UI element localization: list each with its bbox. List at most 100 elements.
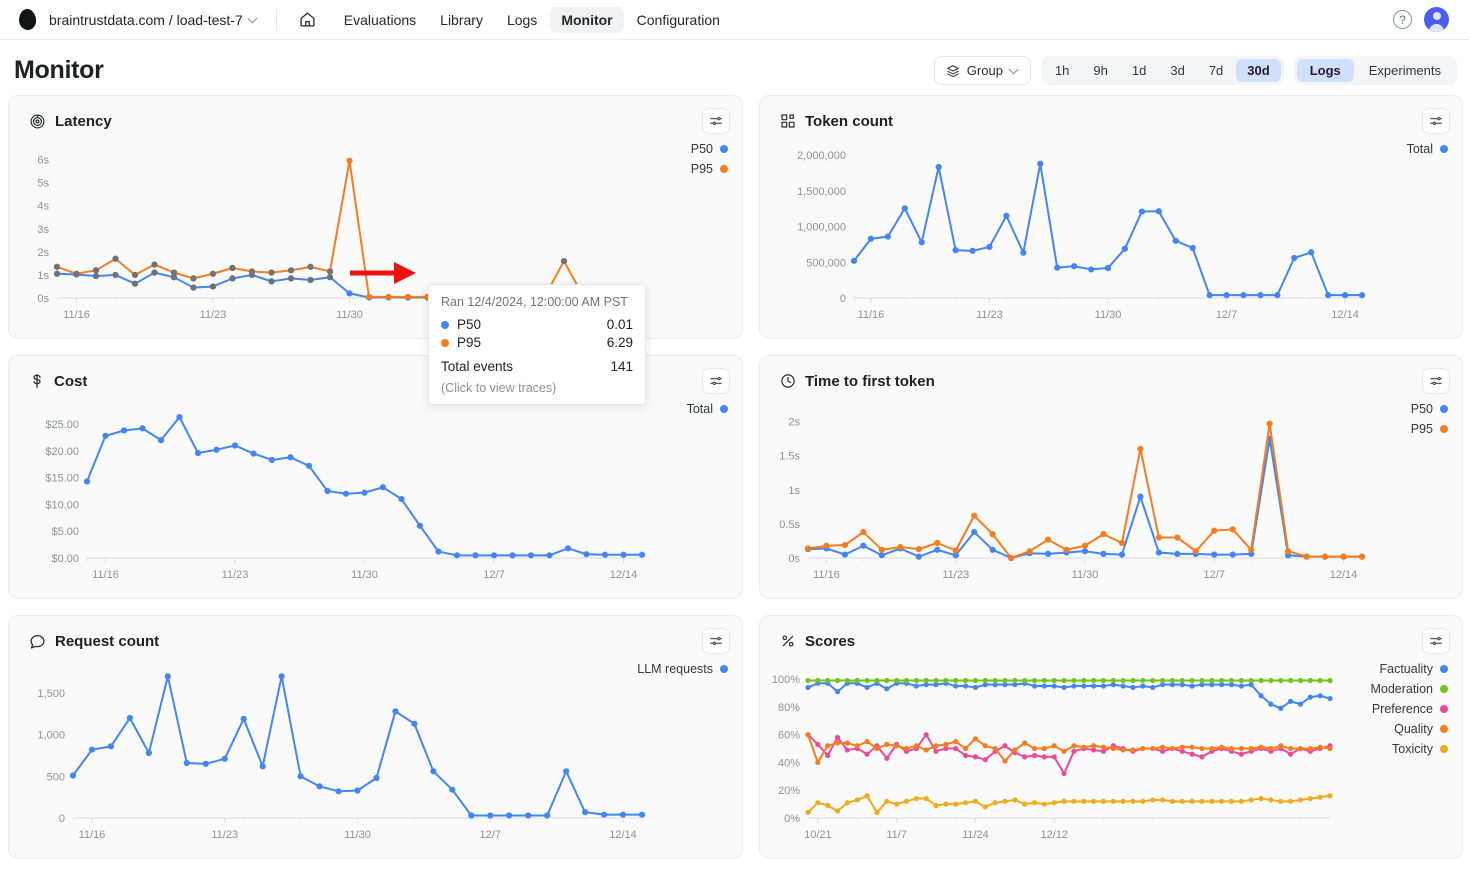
legend-label: P50 (1411, 402, 1433, 416)
tooltip-value-p50: 0.01 (607, 317, 633, 332)
chart-settings-button-request-count[interactable] (702, 628, 730, 654)
svg-text:11/16: 11/16 (63, 309, 90, 321)
legend-dot-preference (1440, 705, 1448, 713)
legend-item: LLM requests (637, 662, 728, 676)
legend-dot-quality (1440, 725, 1448, 733)
legend-item: Moderation (1370, 682, 1448, 696)
scores-chart-svg[interactable]: 0%20%40%60%80%100%10/2111/711/2412/12 (772, 654, 1450, 850)
snail-icon (29, 113, 46, 130)
breadcrumb[interactable]: braintrustdata.com / load-test-7 (49, 12, 258, 28)
range-9h[interactable]: 9h (1082, 59, 1118, 82)
nav-link-library[interactable]: Library (429, 7, 494, 33)
legend-label: Total (687, 402, 713, 416)
card-title-ttft: Time to first token (805, 373, 935, 390)
chart-settings-button-latency[interactable] (702, 108, 730, 134)
layers-icon (946, 64, 960, 78)
mode-logs[interactable]: Logs (1297, 59, 1354, 82)
red-arrow-annotation (348, 260, 420, 286)
dollar-icon (29, 373, 45, 389)
nav-link-evaluations[interactable]: Evaluations (333, 7, 427, 33)
svg-text:11/30: 11/30 (351, 569, 378, 581)
mode-experiments[interactable]: Experiments (1356, 59, 1454, 82)
svg-text:1s: 1s (788, 485, 800, 497)
time-range-selector: 1h 9h 1d 3d 7d 30d (1041, 56, 1284, 85)
card-header-ttft: Time to first token (772, 368, 1450, 394)
svg-text:$20.00: $20.00 (45, 446, 79, 458)
token-count-chart-svg[interactable]: 0500,0001,000,0001,500,0002,000,00011/16… (772, 134, 1450, 330)
topbar-right-actions: ? (1393, 7, 1455, 32)
chevron-down-icon[interactable] (249, 14, 258, 23)
legend-label: P95 (1411, 422, 1433, 436)
card-title-cost: Cost (54, 373, 87, 390)
range-1h[interactable]: 1h (1044, 59, 1080, 82)
svg-text:5s: 5s (37, 178, 49, 190)
nav-link-logs[interactable]: Logs (496, 7, 548, 33)
message-icon (29, 633, 46, 650)
page-header-controls: Group 1h 9h 1d 3d 7d 30d Logs Experiment… (934, 56, 1457, 85)
brand-logo-icon[interactable] (18, 8, 36, 30)
legend-item: Toxicity (1392, 742, 1448, 756)
svg-text:100%: 100% (772, 674, 800, 686)
help-icon[interactable]: ? (1393, 10, 1412, 29)
legend-dot-factuality (1440, 665, 1448, 673)
plot-scores[interactable]: 0%20%40%60%80%100%10/2111/711/2412/12 Fa… (772, 654, 1450, 850)
legend-label: Moderation (1370, 682, 1433, 696)
blocks-icon (780, 113, 796, 129)
nav-link-configuration[interactable]: Configuration (626, 7, 731, 33)
range-30d[interactable]: 30d (1236, 59, 1280, 82)
svg-text:40%: 40% (778, 757, 800, 769)
range-7d[interactable]: 7d (1198, 59, 1234, 82)
legend-dot-llm-requests (720, 665, 728, 673)
nav-divider (276, 9, 277, 31)
plot-ttft[interactable]: 0s0.5s1s1.5s2s11/1611/2311/3012/712/14 P… (772, 394, 1450, 590)
home-icon[interactable] (293, 7, 323, 33)
chart-tooltip: Ran 12/4/2024, 12:00:00 AM PST P50 0.01 … (428, 284, 646, 405)
cost-chart-svg[interactable]: $0.00$5.00$10.00$15.00$20.00$25.0011/161… (21, 394, 730, 590)
tooltip-total-events: Total events 141 (441, 359, 633, 374)
svg-text:500: 500 (47, 771, 65, 783)
range-3d[interactable]: 3d (1159, 59, 1195, 82)
svg-text:11/16: 11/16 (92, 569, 119, 581)
svg-text:$10.00: $10.00 (45, 499, 79, 511)
svg-text:4s: 4s (37, 201, 49, 213)
plot-cost[interactable]: $0.00$5.00$10.00$15.00$20.00$25.0011/161… (21, 394, 730, 590)
svg-text:20%: 20% (778, 785, 800, 797)
legend-dot-moderation (1440, 685, 1448, 693)
chart-settings-button-cost[interactable] (702, 368, 730, 394)
mode-selector: Logs Experiments (1294, 56, 1457, 85)
request-count-chart-svg[interactable]: 05001,0001,50011/1611/2311/3012/712/14 (21, 654, 730, 850)
plot-request-count[interactable]: 05001,0001,50011/1611/2311/3012/712/14 L… (21, 654, 730, 850)
card-title-token-count: Token count (805, 113, 893, 130)
range-1d[interactable]: 1d (1121, 59, 1157, 82)
nav-link-monitor[interactable]: Monitor (550, 7, 623, 33)
legend-token-count: Total (1407, 142, 1448, 156)
group-button[interactable]: Group (934, 56, 1031, 85)
tooltip-hint[interactable]: (Click to view traces) (441, 381, 633, 395)
clock-icon (780, 373, 796, 389)
plot-token-count[interactable]: 0500,0001,000,0001,500,0002,000,00011/16… (772, 134, 1450, 330)
legend-item: Preference (1372, 702, 1448, 716)
svg-text:2s: 2s (37, 247, 49, 259)
legend-latency: P50 P95 (691, 142, 728, 176)
svg-text:1.5s: 1.5s (779, 451, 800, 463)
top-navigation-bar: braintrustdata.com / load-test-7 Evaluat… (0, 0, 1469, 40)
ttft-chart-svg[interactable]: 0s0.5s1s1.5s2s11/1611/2311/3012/712/14 (772, 394, 1450, 590)
svg-text:12/14: 12/14 (610, 569, 638, 581)
chart-settings-button-token-count[interactable] (1422, 108, 1450, 134)
legend-label: P50 (691, 142, 713, 156)
chart-settings-button-scores[interactable] (1422, 628, 1450, 654)
legend-item: Total (687, 402, 728, 416)
tooltip-total-value: 141 (610, 359, 633, 374)
chart-settings-button-ttft[interactable] (1422, 368, 1450, 394)
legend-item: P95 (1411, 422, 1448, 436)
svg-text:12/12: 12/12 (1040, 829, 1068, 841)
card-latency: Latency 0s1s2s3s4s5s6s11/1611/2311/3012/… (8, 95, 743, 339)
svg-text:1,000: 1,000 (37, 730, 65, 742)
card-title-scores: Scores (805, 633, 855, 650)
svg-text:6s: 6s (37, 155, 49, 167)
legend-label: LLM requests (637, 662, 713, 676)
svg-text:1s: 1s (37, 270, 49, 282)
svg-text:$15.00: $15.00 (45, 473, 79, 485)
legend-label: P95 (691, 162, 713, 176)
avatar[interactable] (1424, 7, 1449, 32)
